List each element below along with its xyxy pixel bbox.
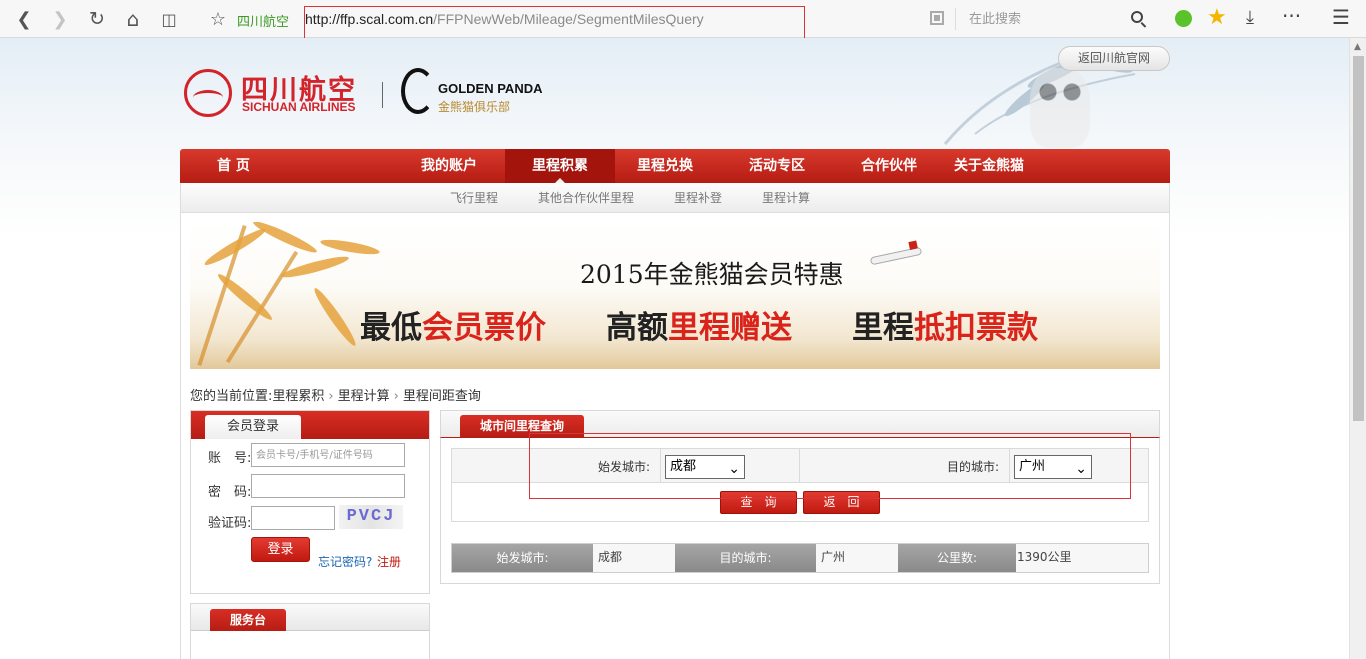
- panda-illustration: [1030, 68, 1090, 148]
- banner-slogan-2-highlight: 里程赠送: [668, 310, 792, 346]
- bamboo-leaf: [251, 222, 319, 257]
- captcha-input[interactable]: [251, 506, 335, 530]
- bookmark-star-icon[interactable]: ☆: [206, 7, 230, 31]
- result-from-city-label: 始发城市:: [452, 544, 593, 572]
- promo-banner[interactable]: 2015年金熊猫会员特惠 最低会员票价 高额里程赠送 里程抵扣票款: [190, 222, 1160, 369]
- golden-panda-english: GOLDEN PANDA: [438, 81, 543, 96]
- home-icon[interactable]: ⌂: [121, 7, 145, 31]
- bamboo-leaf: [310, 285, 360, 349]
- main-nav: 首 页 我的账户 里程积累 里程兑换 活动专区 合作伙伴 关于金熊猫: [180, 149, 1170, 183]
- web-page: 返回川航官网 四川航空 SICHUAN AIRLINES GOLDEN PAND…: [0, 38, 1349, 659]
- result-from-city-value: 成都: [598, 550, 623, 564]
- sub-nav-partner-miles[interactable]: 其他合作伙伴里程: [538, 189, 634, 206]
- member-login-title: 会员登录: [205, 415, 301, 439]
- result-to-city-value: 广州: [821, 550, 846, 564]
- forward-arrow-icon[interactable]: ❯: [48, 7, 72, 31]
- sub-nav: 飞行里程 其他合作伙伴里程 里程补登 里程计算: [180, 183, 1170, 213]
- captcha-image[interactable]: PVCJ: [339, 505, 403, 529]
- nav-item-mileage-redemption[interactable]: 里程兑换: [609, 149, 721, 183]
- banner-slogan-1-highlight: 会员票价: [422, 310, 546, 346]
- download-icon[interactable]: ⤓: [1246, 7, 1254, 28]
- nav-item-promotions[interactable]: 活动专区: [721, 149, 833, 183]
- menu-icon[interactable]: ☰: [1332, 5, 1350, 29]
- banner-slogan-1-prefix: 最低: [360, 310, 422, 346]
- captcha-label: 验证码:: [208, 516, 252, 531]
- register-link[interactable]: 注册: [377, 553, 401, 570]
- favorites-star-icon[interactable]: ★: [1207, 5, 1227, 30]
- scroll-up-icon[interactable]: ▲: [1354, 42, 1361, 52]
- logo-english-text: SICHUAN AIRLINES: [242, 100, 356, 114]
- search-icon[interactable]: [1131, 11, 1143, 23]
- qr-code-icon[interactable]: [930, 11, 944, 25]
- service-desk-panel: 服务台: [190, 603, 430, 659]
- banner-slogan-2: 高额里程赠送: [606, 302, 792, 347]
- panel-header: 服务台: [191, 604, 429, 631]
- account-label: 账 号:: [208, 451, 252, 466]
- result-distance-value: 1390公里: [1017, 550, 1072, 564]
- reader-icon[interactable]: ◫: [157, 7, 181, 31]
- result-to-city-label: 目的城市:: [675, 544, 816, 572]
- breadcrumb-item[interactable]: 里程累积: [272, 389, 324, 404]
- mileage-result-row: 始发城市: 成都 目的城市: 广州 公里数: 1390公里: [451, 543, 1149, 573]
- account-input[interactable]: [251, 443, 405, 467]
- service-desk-title: 服务台: [210, 609, 286, 631]
- chevron-right-icon: ›: [393, 389, 399, 404]
- banner-slogan-3-highlight: 抵扣票款: [914, 310, 1038, 346]
- nav-item-mileage-accrual[interactable]: 里程积累: [505, 149, 615, 183]
- airplane-icon: [869, 246, 923, 266]
- bamboo-leaf: [319, 236, 381, 258]
- golden-panda-chinese: 金熊猫俱乐部: [438, 100, 511, 114]
- site-name: 四川航空: [237, 15, 290, 30]
- back-arrow-icon[interactable]: ❮: [12, 7, 36, 31]
- sub-nav-mileage-calculator[interactable]: 里程计算: [762, 189, 810, 206]
- banner-slogan-2-prefix: 高额: [606, 310, 668, 346]
- sichuan-airlines-logo-icon[interactable]: [184, 69, 232, 117]
- password-label: 密 码:: [208, 485, 252, 500]
- golden-panda-logo-icon[interactable]: [401, 68, 435, 114]
- scrollbar-thumb[interactable]: [1353, 56, 1364, 421]
- more-icon[interactable]: ···: [1282, 4, 1301, 28]
- banner-title: 2015年金熊猫会员特惠: [580, 260, 844, 289]
- chevron-right-icon: ›: [328, 389, 334, 404]
- password-input[interactable]: [251, 474, 405, 498]
- login-button[interactable]: 登录: [251, 537, 310, 562]
- banner-slogan-1: 最低会员票价: [360, 302, 546, 347]
- nav-item-about-golden-panda[interactable]: 关于金熊猫: [939, 149, 1039, 183]
- nav-item-partners[interactable]: 合作伙伴: [833, 149, 945, 183]
- nav-item-my-account[interactable]: 我的账户: [399, 149, 499, 183]
- result-distance-label: 公里数:: [898, 544, 1016, 572]
- forgot-password-link[interactable]: 忘记密码?: [318, 553, 372, 570]
- sub-nav-flight-miles[interactable]: 飞行里程: [450, 189, 498, 206]
- banner-slogan-3: 里程抵扣票款: [852, 302, 1038, 347]
- breadcrumb-prefix: 您的当前位置:: [190, 389, 273, 404]
- reload-icon[interactable]: ↻: [85, 7, 109, 31]
- breadcrumb-item: 里程间距查询: [402, 389, 481, 404]
- logo-divider: [382, 82, 383, 108]
- nav-item-home[interactable]: 首 页: [180, 149, 293, 183]
- browser-toolbar: ❮ ❯ ↻ ⌂ ◫ ☆ 四川航空 http://ffp.scal.com.cn/…: [0, 0, 1366, 43]
- divider: [955, 8, 956, 30]
- breadcrumb-item[interactable]: 里程计算: [338, 389, 390, 404]
- browser-search-input[interactable]: [963, 8, 1153, 30]
- bamboo-leaf: [202, 225, 268, 269]
- back-to-official-site-button[interactable]: 返回川航官网: [1058, 46, 1170, 71]
- panel-header: 会员登录: [191, 411, 429, 439]
- form-highlight-box: [529, 433, 1131, 499]
- page-scrollbar[interactable]: ▲: [1349, 38, 1366, 659]
- sub-nav-mileage-claim[interactable]: 里程补登: [674, 189, 722, 206]
- wechat-icon[interactable]: [1175, 10, 1192, 27]
- banner-slogan-3-prefix: 里程: [852, 310, 914, 346]
- breadcrumb: 您的当前位置:里程累积 › 里程计算 › 里程间距查询: [190, 385, 481, 404]
